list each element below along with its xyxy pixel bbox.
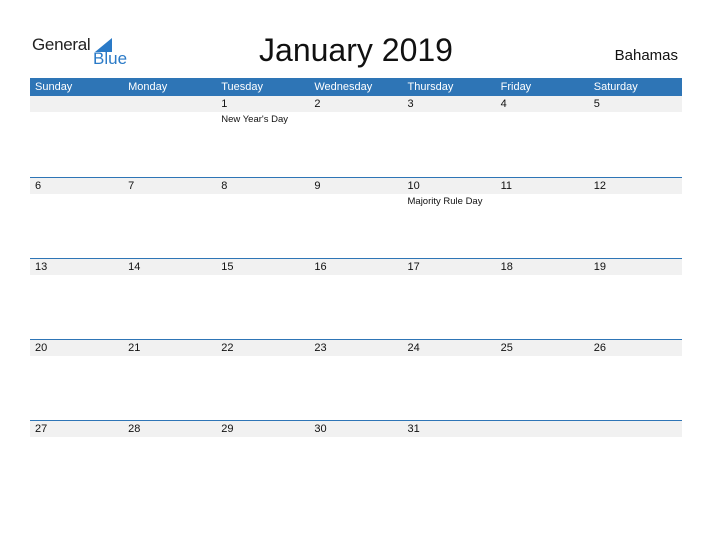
event-row	[30, 275, 682, 276]
holiday-label	[403, 356, 496, 357]
holiday-label	[309, 112, 402, 127]
weekday-tuesday: Tuesday	[221, 81, 264, 93]
day-number	[496, 421, 589, 437]
day-number: 31	[407, 423, 420, 435]
holiday-label	[403, 275, 496, 276]
holiday-label	[123, 112, 216, 127]
holiday-label	[496, 112, 589, 127]
weekday-header: Sunday Monday Tuesday Wednesday Thursday…	[30, 78, 682, 96]
day-number: 5	[593, 98, 600, 110]
day-number: 7	[128, 180, 135, 192]
event-row: New Year's Day	[30, 112, 682, 127]
date-strip: 20 21 22 23 24 25 26	[30, 340, 682, 356]
holiday-label	[403, 437, 496, 438]
weekday-saturday: Saturday	[593, 81, 638, 93]
date-strip: 27 28 29 30 31	[30, 421, 682, 437]
weekday-wednesday: Wednesday	[314, 81, 373, 93]
holiday-label	[123, 437, 216, 438]
day-number	[123, 96, 216, 112]
week-row: 13 14 15 16 17 18 19	[30, 258, 682, 276]
date-strip: 13 14 15 16 17 18 19	[30, 259, 682, 275]
date-strip: 6 7 8 9 10 11 12	[30, 178, 682, 194]
week-row: 6 7 8 9 10 11 12 Majority Rule Day	[30, 177, 682, 209]
holiday-label	[496, 437, 589, 438]
day-number: 16	[314, 261, 327, 273]
day-number: 23	[314, 342, 327, 354]
holiday-label	[30, 356, 123, 357]
day-number: 28	[128, 423, 141, 435]
holiday-label	[496, 356, 589, 357]
day-number: 27	[35, 423, 48, 435]
day-number: 30	[314, 423, 327, 435]
week-row: 1 2 3 4 5 New Year's Day	[30, 96, 682, 127]
holiday-label	[216, 194, 309, 209]
holiday-label	[309, 194, 402, 209]
day-number: 8	[221, 180, 228, 192]
day-number: 18	[500, 261, 513, 273]
day-number: 29	[221, 423, 234, 435]
holiday-label	[216, 275, 309, 276]
event-row	[30, 356, 682, 357]
weekday-thursday: Thursday	[407, 81, 454, 93]
holiday-label	[216, 356, 309, 357]
country-label: Bahamas	[614, 47, 678, 64]
weekday-friday: Friday	[500, 81, 532, 93]
day-number: 11	[500, 180, 513, 192]
day-number: 25	[500, 342, 513, 354]
calendar-title: January 2019	[259, 32, 453, 68]
holiday-label	[589, 437, 682, 438]
day-number: 24	[407, 342, 420, 354]
day-number: 17	[407, 261, 420, 273]
day-number: 14	[128, 261, 141, 273]
event-row: Majority Rule Day	[30, 194, 682, 209]
day-number: 15	[221, 261, 234, 273]
day-number: 21	[128, 342, 141, 354]
day-number	[30, 96, 123, 112]
holiday-label	[496, 194, 589, 209]
holiday-label	[216, 437, 309, 438]
day-number: 22	[221, 342, 234, 354]
holiday-label	[496, 275, 589, 276]
holiday-label: Majority Rule Day	[407, 196, 483, 207]
date-strip: 1 2 3 4 5	[30, 96, 682, 112]
day-number: 9	[314, 180, 321, 192]
day-number: 6	[35, 180, 42, 192]
day-number: 10	[407, 180, 420, 192]
holiday-label	[30, 112, 123, 127]
holiday-label	[589, 194, 682, 209]
day-number: 26	[593, 342, 606, 354]
holiday-label	[403, 112, 496, 127]
day-number: 12	[593, 180, 606, 192]
holiday-label	[589, 275, 682, 276]
holiday-label	[30, 194, 123, 209]
week-row: 20 21 22 23 24 25 26	[30, 339, 682, 357]
holiday-label	[30, 437, 123, 438]
holiday-label	[309, 275, 402, 276]
day-number: 2	[314, 98, 321, 110]
weekday-monday: Monday	[128, 81, 168, 93]
holiday-label	[123, 356, 216, 357]
holiday-label	[589, 112, 682, 127]
day-number: 19	[593, 261, 606, 273]
day-number: 13	[35, 261, 48, 273]
holiday-label: New Year's Day	[221, 114, 289, 125]
holiday-label	[30, 275, 123, 276]
holiday-label	[309, 356, 402, 357]
holiday-label	[123, 275, 216, 276]
day-number: 1	[221, 98, 228, 110]
holiday-label	[309, 437, 402, 438]
event-row	[30, 437, 682, 438]
day-number: 4	[500, 98, 507, 110]
day-number: 20	[35, 342, 48, 354]
holiday-label	[123, 194, 216, 209]
week-row: 27 28 29 30 31	[30, 420, 682, 438]
day-number	[589, 421, 682, 437]
holiday-label	[589, 356, 682, 357]
day-number: 3	[407, 98, 414, 110]
weekday-sunday: Sunday	[35, 81, 73, 93]
